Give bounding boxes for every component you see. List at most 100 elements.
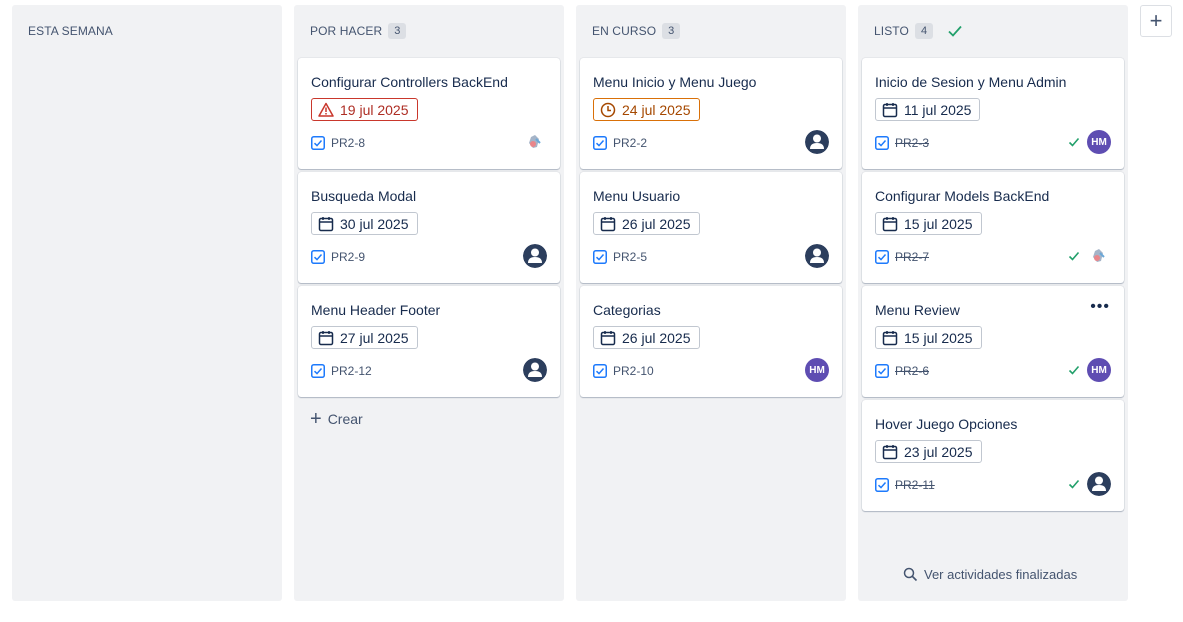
warning-icon [318, 102, 334, 117]
calendar-icon [882, 444, 898, 459]
task-icon [875, 478, 889, 492]
card-footer: PR2-3 [875, 136, 929, 150]
issue-card[interactable]: Menu Usuario 26 jul 2025 PR2-5 [580, 172, 842, 283]
issue-key[interactable]: PR2-9 [331, 250, 365, 264]
issue-key[interactable]: PR2-5 [613, 250, 647, 264]
due-date-label: 19 jul 2025 [340, 101, 409, 118]
task-icon [311, 136, 325, 150]
card-footer: PR2-9 [311, 250, 365, 264]
due-date: 15 jul 2025 [875, 212, 982, 235]
issue-title: Hover Juego Opciones [875, 416, 1018, 432]
issue-card[interactable]: Hover Juego Opciones 23 jul 2025 PR2-11 [862, 400, 1124, 511]
card-footer: PR2-5 [593, 250, 647, 264]
card-footer: PR2-11 [875, 478, 935, 492]
due-date: 26 jul 2025 [593, 326, 700, 349]
column-done-check-icon [948, 25, 962, 37]
column-esta-semana: ESTA SEMANA [12, 5, 282, 601]
column-header: EN CURSO 3 [592, 23, 681, 39]
issue-key[interactable]: PR2-11 [895, 478, 935, 492]
default-user-avatar-icon[interactable] [523, 244, 547, 268]
default-user-avatar-icon[interactable] [523, 358, 547, 382]
issue-card[interactable]: Inicio de Sesion y Menu Admin 11 jul 202… [862, 58, 1124, 169]
issue-title: Categorias [593, 302, 661, 318]
done-check-icon [1068, 479, 1080, 489]
column-listo: LISTO 4 Inicio de Sesion y Menu Admin 11… [858, 5, 1128, 601]
task-icon [593, 136, 607, 150]
task-icon [875, 250, 889, 264]
due-date-soon: 24 jul 2025 [593, 98, 700, 121]
avatar-hm[interactable]: HM [805, 358, 829, 382]
issue-key[interactable]: PR2-3 [895, 136, 929, 150]
column-title: LISTO [874, 24, 909, 38]
custom-avatar-icon[interactable] [523, 130, 547, 154]
issue-title: Menu Review [875, 302, 960, 318]
issue-card[interactable]: Menu Review ••• 15 jul 2025 PR2-6 HM [862, 286, 1124, 397]
issue-key[interactable]: PR2-8 [331, 136, 365, 150]
add-column-button[interactable]: + [1140, 5, 1172, 37]
create-label: Crear [327, 411, 363, 427]
clock-icon [600, 102, 616, 117]
calendar-icon [318, 330, 334, 345]
column-en-curso: EN CURSO 3 Menu Inicio y Menu Juego 24 j… [576, 5, 846, 601]
default-user-avatar-icon[interactable] [805, 244, 829, 268]
column-title: EN CURSO [592, 24, 657, 38]
card-footer: PR2-12 [311, 364, 372, 378]
custom-avatar-icon[interactable] [1087, 244, 1111, 268]
issue-card[interactable]: Configurar Models BackEnd 15 jul 2025 PR… [862, 172, 1124, 283]
due-date: 15 jul 2025 [875, 326, 982, 349]
issue-card[interactable]: Menu Inicio y Menu Juego 24 jul 2025 PR2… [580, 58, 842, 169]
issue-key[interactable]: PR2-12 [331, 364, 372, 378]
create-issue-button[interactable]: + Crear [310, 408, 363, 430]
due-date: 30 jul 2025 [311, 212, 418, 235]
card-footer: PR2-7 [875, 250, 929, 264]
issue-card[interactable]: Busqueda Modal 30 jul 2025 PR2-9 [298, 172, 560, 283]
card-footer: PR2-10 [593, 364, 654, 378]
due-date-overdue: 19 jul 2025 [311, 98, 418, 121]
issue-title: Busqueda Modal [311, 188, 417, 204]
board: ESTA SEMANA POR HACER 3 Configurar Contr… [0, 0, 1183, 622]
plus-icon: + [310, 408, 322, 430]
issue-count-badge: 3 [662, 23, 681, 39]
default-user-avatar-icon[interactable] [1087, 472, 1111, 496]
done-check-icon [1068, 137, 1080, 147]
issue-count-badge: 3 [388, 23, 407, 39]
view-completed-link[interactable]: Ver actividades finalizadas [903, 567, 1077, 582]
due-date-label: 26 jul 2025 [622, 215, 691, 232]
issue-title: Menu Inicio y Menu Juego [593, 74, 757, 90]
due-date-label: 26 jul 2025 [622, 329, 691, 346]
column-header: ESTA SEMANA [28, 23, 113, 39]
issue-key[interactable]: PR2-2 [613, 136, 647, 150]
issue-title: Inicio de Sesion y Menu Admin [875, 74, 1067, 90]
issue-card[interactable]: Configurar Controllers BackEnd 19 jul 20… [298, 58, 560, 169]
column-title: POR HACER [310, 24, 383, 38]
calendar-icon [882, 216, 898, 231]
default-user-avatar-icon[interactable] [805, 130, 829, 154]
task-icon [875, 364, 889, 378]
task-icon [311, 364, 325, 378]
due-date-label: 27 jul 2025 [340, 329, 409, 346]
done-check-icon [1068, 365, 1080, 375]
column-por-hacer: POR HACER 3 Configurar Controllers BackE… [294, 5, 564, 601]
issue-title: Menu Usuario [593, 188, 681, 204]
search-icon [903, 567, 918, 582]
due-date-label: 11 jul 2025 [904, 101, 972, 118]
due-date: 27 jul 2025 [311, 326, 418, 349]
more-actions-icon[interactable]: ••• [1090, 299, 1110, 315]
task-icon [593, 250, 607, 264]
issue-key[interactable]: PR2-6 [895, 364, 929, 378]
issue-card[interactable]: Menu Header Footer 27 jul 2025 PR2-12 [298, 286, 560, 397]
task-icon [875, 136, 889, 150]
due-date-label: 30 jul 2025 [340, 215, 409, 232]
issue-card[interactable]: Categorias 26 jul 2025 PR2-10 HM [580, 286, 842, 397]
due-date-label: 15 jul 2025 [904, 215, 973, 232]
avatar-hm[interactable]: HM [1087, 130, 1111, 154]
avatar-hm[interactable]: HM [1087, 358, 1111, 382]
card-footer: PR2-6 [875, 364, 929, 378]
due-date: 26 jul 2025 [593, 212, 700, 235]
due-date-label: 15 jul 2025 [904, 329, 973, 346]
issue-key[interactable]: PR2-7 [895, 250, 929, 264]
due-date-label: 24 jul 2025 [622, 101, 691, 118]
issue-key[interactable]: PR2-10 [613, 364, 654, 378]
issue-title: Configurar Models BackEnd [875, 188, 1050, 204]
due-date: 23 jul 2025 [875, 440, 982, 463]
